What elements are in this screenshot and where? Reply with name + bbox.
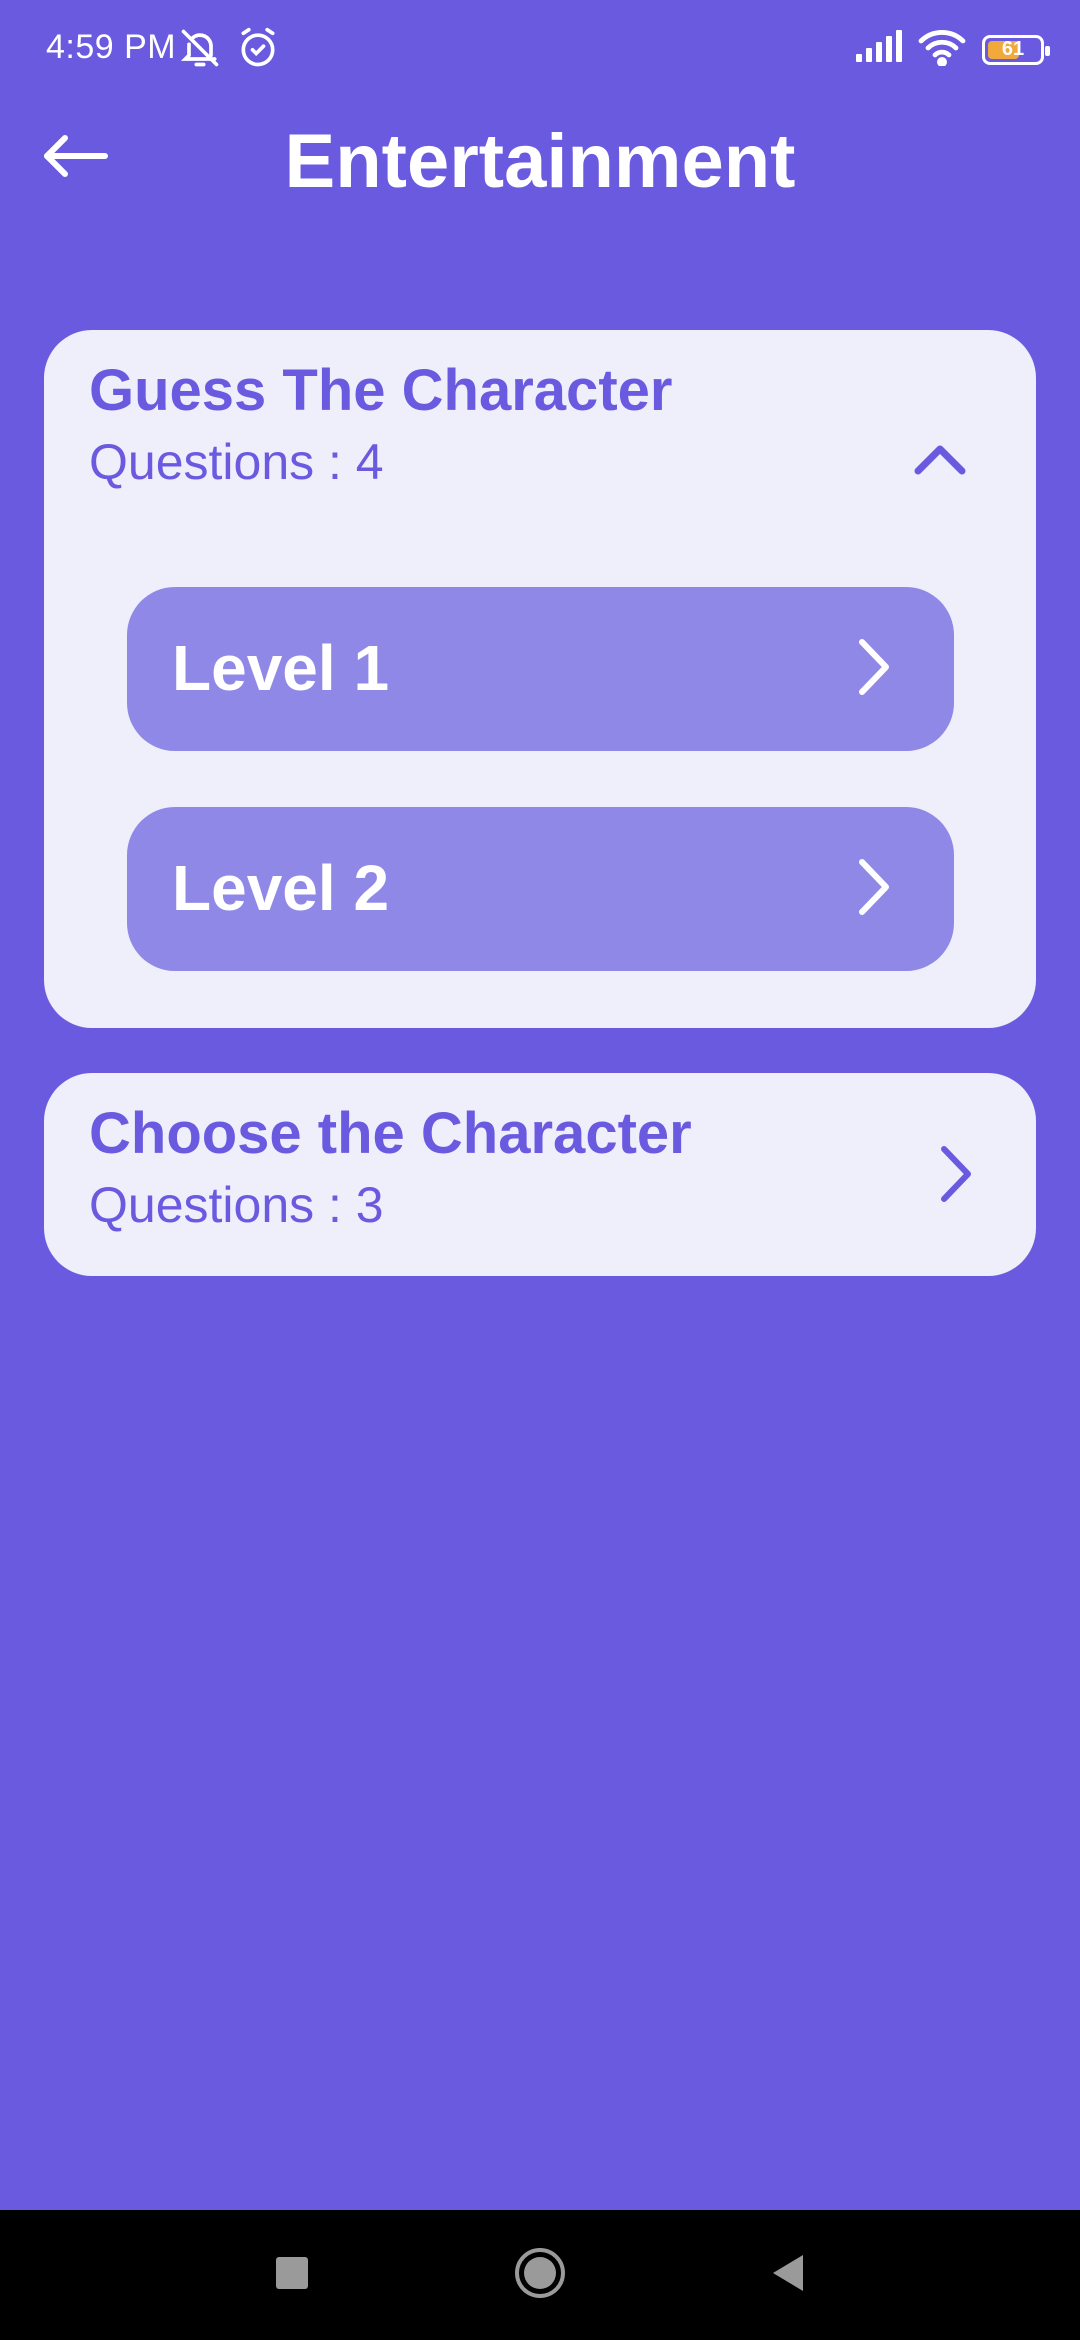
category-question-count: Questions : 4: [89, 434, 384, 490]
home-circle-icon: [513, 2246, 567, 2305]
system-nav-bar: [0, 2210, 1080, 2340]
page-title: Entertainment: [284, 119, 796, 204]
category-title: Choose the Character: [89, 1101, 692, 1166]
chevron-right-icon: [842, 855, 906, 919]
expand-button[interactable]: [924, 1144, 988, 1208]
recents-button[interactable]: [262, 2245, 322, 2305]
level-label: Level 2: [172, 852, 390, 924]
recents-square-icon: [275, 2256, 309, 2295]
bell-off-icon: [178, 26, 222, 75]
chevron-right-icon: [842, 635, 906, 699]
battery-level: 61: [1001, 38, 1025, 60]
wifi-icon: [918, 28, 966, 71]
category-question-count: Questions : 3: [89, 1177, 384, 1233]
home-button[interactable]: [510, 2245, 570, 2305]
level-2-button[interactable]: Level 2: [127, 807, 954, 971]
category-card-choose-the-character[interactable]: Choose the Character Questions : 3: [44, 1073, 1036, 1276]
signal-icon: [854, 30, 902, 69]
chevron-right-icon: [938, 1145, 974, 1208]
battery-icon: 61: [982, 34, 1050, 65]
back-nav-button[interactable]: [758, 2245, 818, 2305]
app-header: Entertainment: [0, 100, 1080, 220]
back-triangle-icon: [769, 2253, 807, 2298]
collapse-button[interactable]: [908, 430, 972, 494]
status-bar: 4:59 PM 61: [0, 0, 1080, 100]
level-label: Level 1: [172, 632, 390, 704]
status-time: 4:59 PM: [46, 28, 177, 66]
chevron-up-icon: [913, 443, 967, 482]
category-card-guess-the-character[interactable]: Guess The Character Questions : 4 Level …: [44, 330, 1036, 1028]
level-1-button[interactable]: Level 1: [127, 587, 954, 751]
category-title: Guess The Character: [89, 358, 673, 423]
alarm-icon: [236, 26, 280, 75]
